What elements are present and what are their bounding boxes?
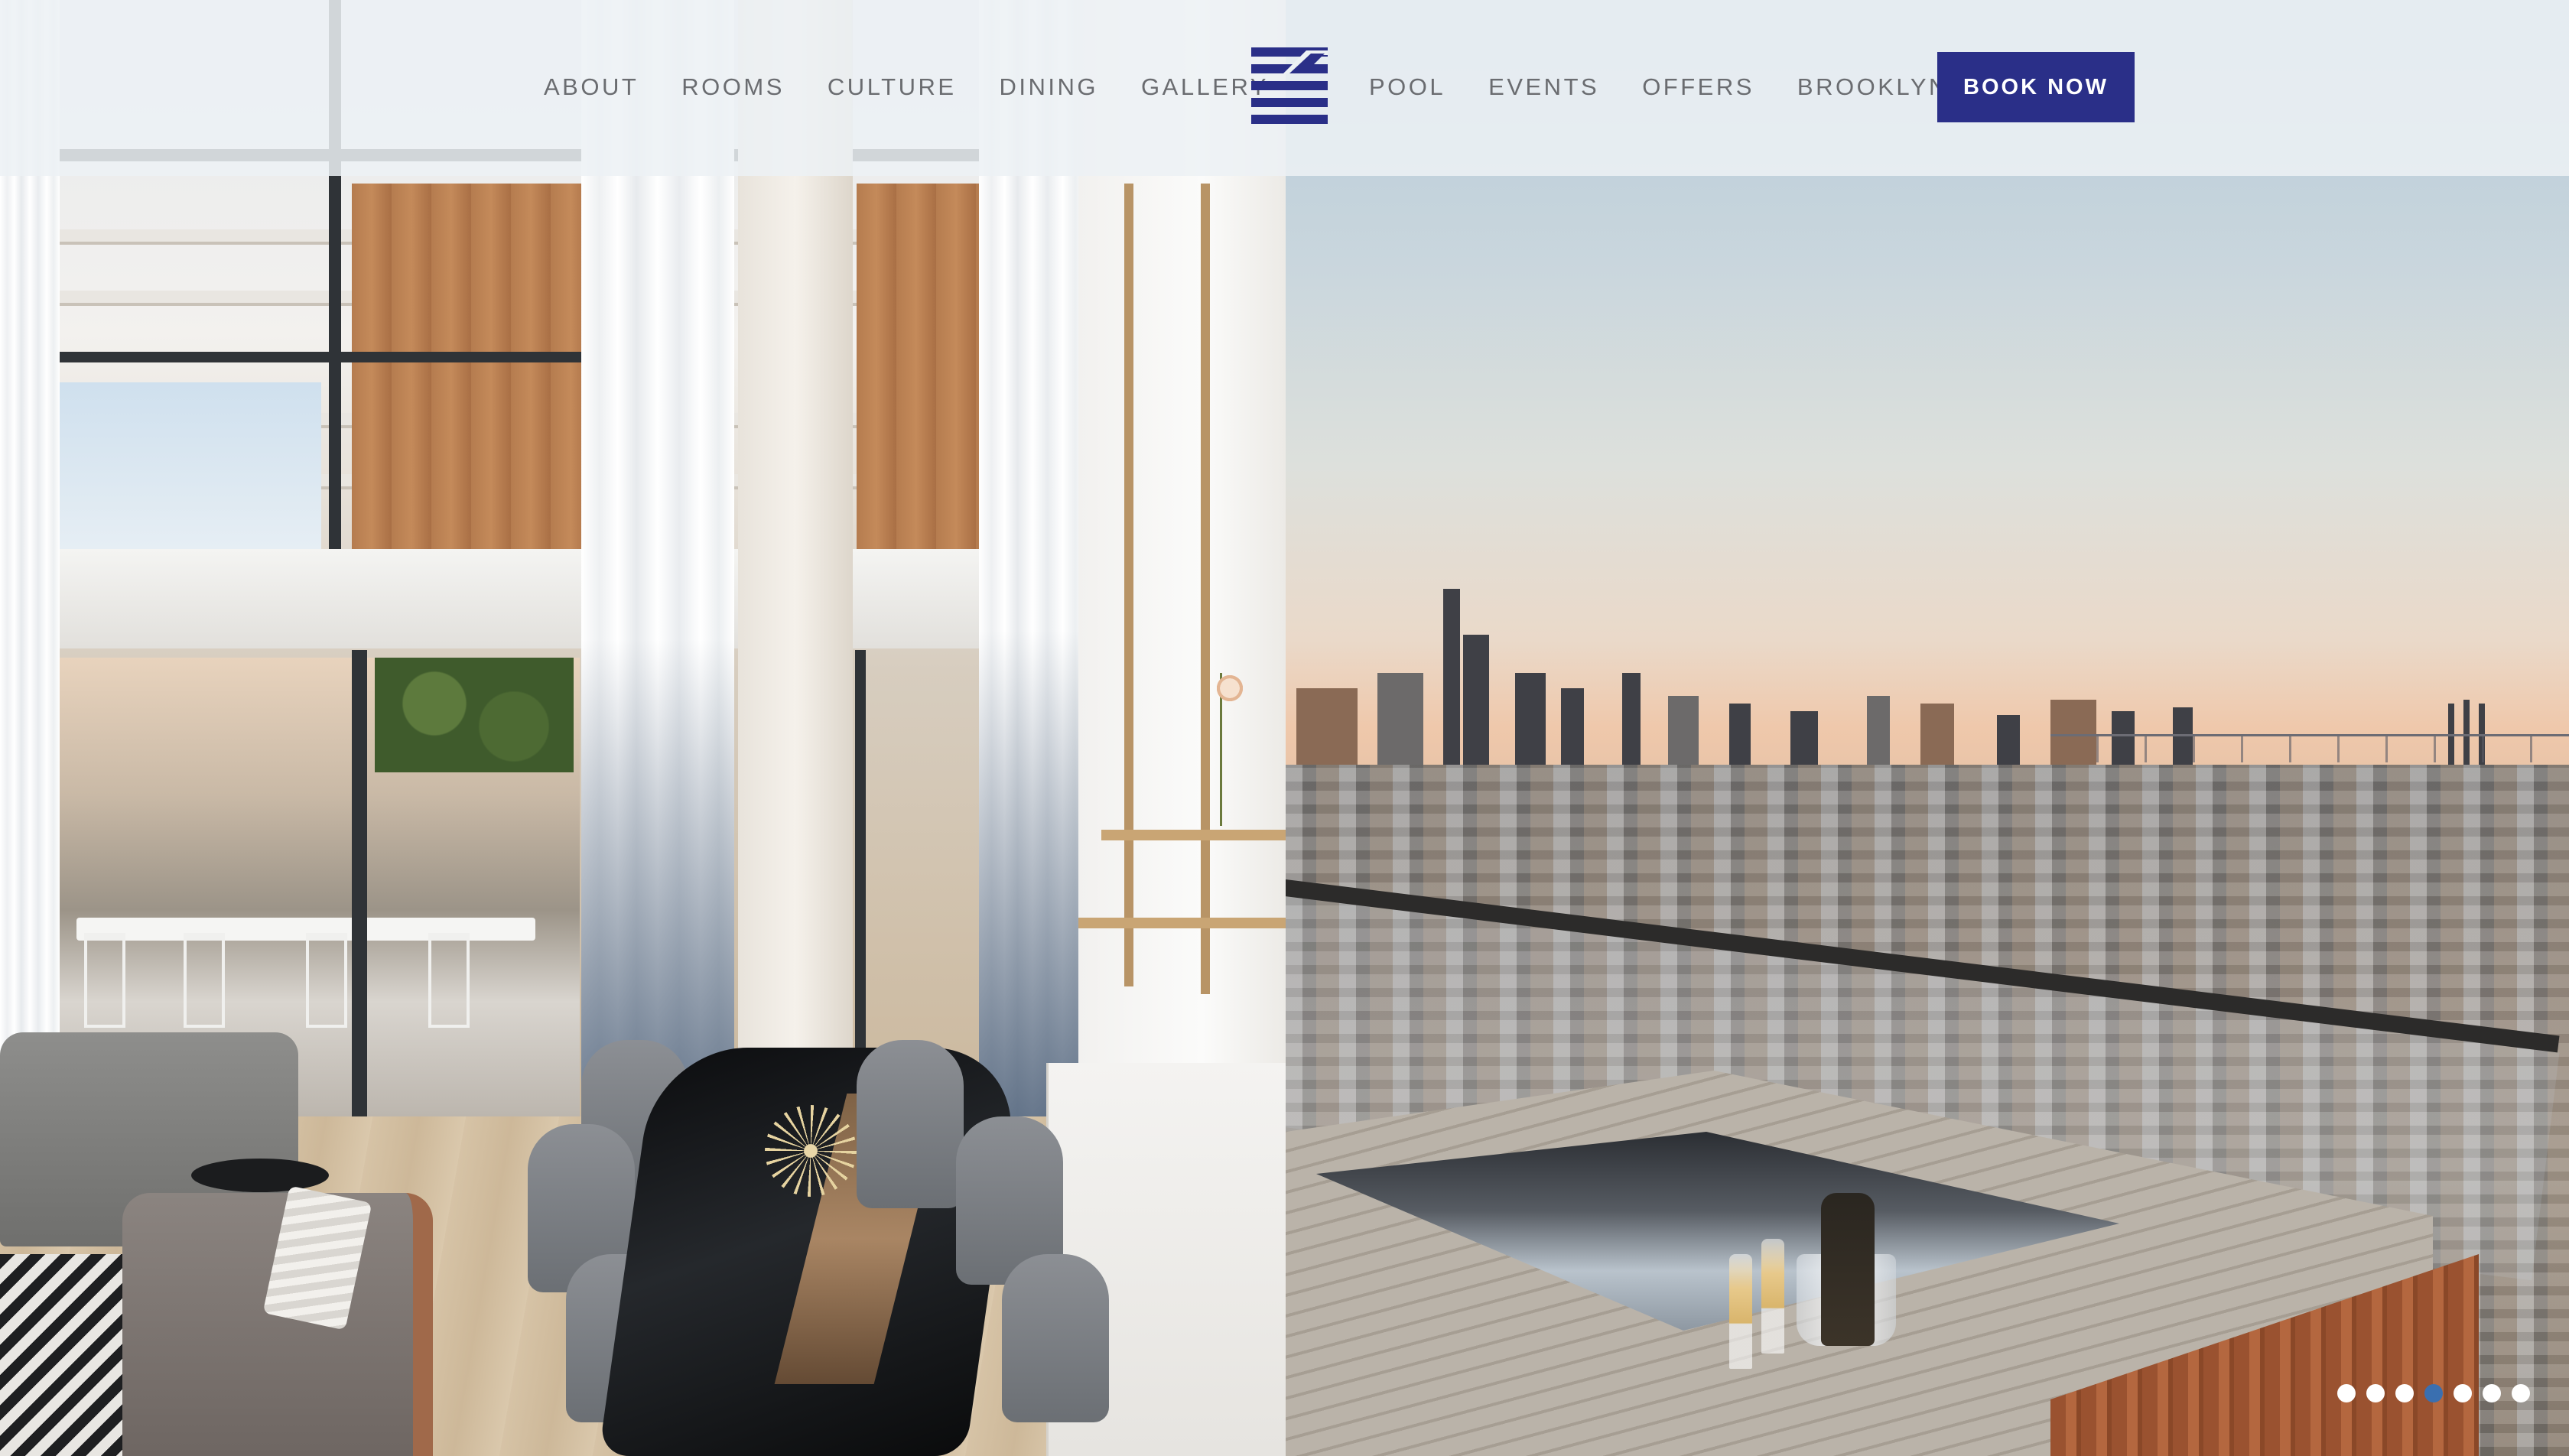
shelf: [1078, 918, 1286, 928]
terrace-chair: [184, 933, 225, 1028]
nav-rooms[interactable]: ROOMS: [681, 73, 785, 101]
wythe-stripes-logo-icon[interactable]: [1251, 47, 1328, 124]
terrace-chair: [84, 933, 125, 1028]
wood-panel-wall: [352, 184, 581, 551]
skyline-tower: [1463, 635, 1489, 780]
book-now-button[interactable]: BOOK NOW: [1937, 52, 2135, 122]
carousel-pagination: [2337, 1384, 2530, 1402]
skyline-tower: [1377, 673, 1423, 780]
nav-pool[interactable]: POOL: [1369, 73, 1445, 101]
shelf: [1101, 830, 1286, 840]
wood-panel-wall: [857, 184, 979, 551]
nav-offers[interactable]: OFFERS: [1642, 73, 1754, 101]
nav-culture[interactable]: CULTURE: [828, 73, 957, 101]
dining-chair: [1002, 1254, 1109, 1422]
sky-opening: [54, 382, 321, 551]
armchair: [122, 1193, 433, 1456]
starburst-sculpture: [765, 1105, 857, 1197]
nav-events[interactable]: EVENTS: [1488, 73, 1599, 101]
door-frame: [352, 650, 367, 1116]
nav-about[interactable]: ABOUT: [544, 73, 639, 101]
orchid: [1215, 673, 1268, 826]
skyline-tower: [1622, 673, 1641, 780]
carousel-dot[interactable]: [2512, 1384, 2530, 1402]
page: ABOUT ROOMS CULTURE DINING GALLERY POOL …: [0, 0, 2569, 1456]
primary-nav-left: ABOUT ROOMS CULTURE DINING GALLERY: [544, 73, 1269, 101]
window-mullion: [54, 352, 589, 362]
queensboro-bridge: [2050, 734, 2569, 762]
skyline-tower: [1443, 589, 1460, 780]
hero-photo-penthouse-interior: [0, 0, 1286, 1456]
side-table: [191, 1159, 329, 1192]
champagne-flute: [1761, 1239, 1784, 1354]
terrace-chair: [428, 933, 470, 1028]
nav-dining[interactable]: DINING: [1000, 73, 1099, 101]
champagne-bottle: [1821, 1193, 1875, 1346]
terrace-chair: [306, 933, 347, 1028]
door-frame: [855, 650, 866, 1116]
nav-gallery[interactable]: GALLERY: [1141, 73, 1269, 101]
champagne-flute: [1729, 1254, 1752, 1369]
carousel-dot[interactable]: [2366, 1384, 2385, 1402]
shelf-pole: [1201, 184, 1210, 994]
white-beam: [54, 549, 994, 648]
carousel-dot[interactable]: [2483, 1384, 2501, 1402]
carousel-dot[interactable]: [2424, 1384, 2443, 1402]
dining-chair: [857, 1040, 964, 1208]
skyline-tower: [1515, 673, 1546, 780]
site-header: ABOUT ROOMS CULTURE DINING GALLERY POOL …: [0, 0, 2569, 176]
primary-nav-right: POOL EVENTS OFFERS BROOKLYN: [1369, 73, 1949, 101]
nav-brooklyn[interactable]: BROOKLYN: [1797, 73, 1949, 101]
hedge: [375, 658, 574, 772]
hero-photo-rooftop-hot-tub: [1286, 0, 2569, 1456]
carousel-dot[interactable]: [2395, 1384, 2414, 1402]
carousel-dot[interactable]: [2337, 1384, 2356, 1402]
carousel-dot[interactable]: [2454, 1384, 2472, 1402]
shelf-pole: [1124, 184, 1133, 986]
